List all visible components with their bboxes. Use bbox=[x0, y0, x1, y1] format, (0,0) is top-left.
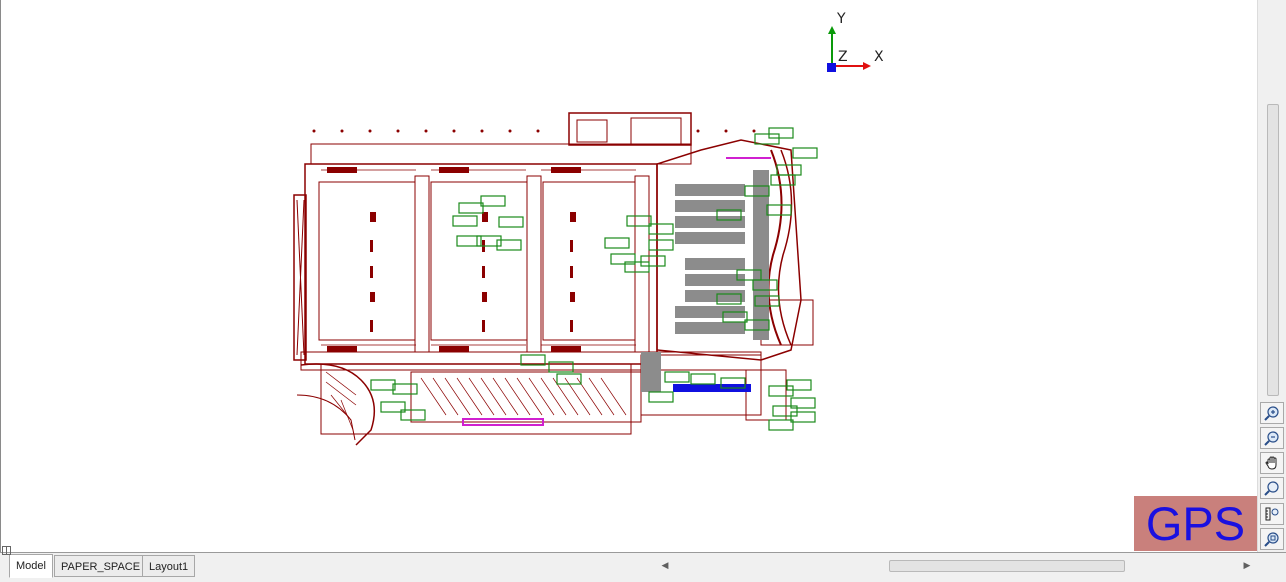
layout-corner-icon bbox=[2, 546, 11, 555]
floor-plan-drawing bbox=[293, 26, 871, 446]
vertical-scroll-thumb[interactable] bbox=[1267, 104, 1279, 396]
detail-hatching bbox=[321, 169, 636, 431]
tab-paper-space[interactable]: PAPER_SPACE bbox=[54, 555, 148, 577]
zoom-in-button[interactable] bbox=[1260, 402, 1284, 424]
zoom-extents-icon bbox=[1264, 532, 1279, 547]
ucs-y-label: Y bbox=[837, 11, 846, 27]
zoom-in-icon bbox=[1264, 406, 1279, 421]
ucs-x-label: X bbox=[874, 49, 884, 65]
scroll-right-icon[interactable]: ▶ bbox=[1240, 558, 1254, 572]
zoom-out-icon bbox=[1264, 431, 1279, 446]
zoom-realtime-icon bbox=[1264, 481, 1279, 496]
gps-watermark-text: GPS bbox=[1145, 497, 1246, 550]
horizontal-scrollbar[interactable]: ◀ ▶ bbox=[658, 555, 1256, 577]
pan-button[interactable] bbox=[1260, 452, 1284, 474]
zoom-window-button[interactable] bbox=[1260, 503, 1284, 525]
horizontal-scroll-thumb[interactable] bbox=[889, 560, 1125, 572]
gps-watermark: GPS bbox=[1134, 496, 1257, 551]
pan-hand-icon bbox=[1265, 456, 1277, 470]
zoom-realtime-button[interactable] bbox=[1260, 477, 1284, 499]
scroll-left-icon[interactable]: ◀ bbox=[658, 558, 672, 572]
drawing-canvas[interactable]: Y Z X GPS bbox=[0, 0, 1257, 552]
ucs-z-label: Z bbox=[838, 49, 848, 65]
zoom-window-icon bbox=[1265, 507, 1279, 521]
zoom-out-button[interactable] bbox=[1260, 427, 1284, 449]
ucs-icon bbox=[827, 26, 871, 72]
tab-model[interactable]: Model bbox=[9, 554, 53, 578]
tab-layout1[interactable]: Layout1 bbox=[142, 555, 196, 577]
zoom-extents-button[interactable] bbox=[1260, 528, 1284, 550]
